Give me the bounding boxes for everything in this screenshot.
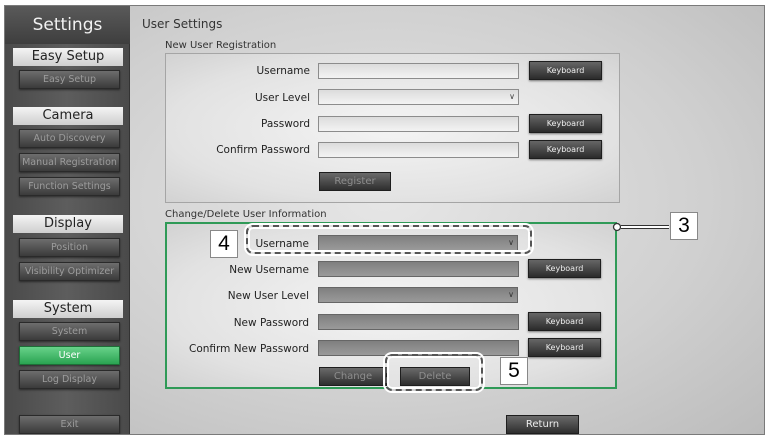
new-username-keyboard-button[interactable]: Keyboard [528, 259, 601, 278]
sidebar-item-system[interactable]: System [19, 322, 120, 341]
username-highlight-box [246, 225, 532, 254]
username-input[interactable] [318, 63, 519, 79]
sidebar-item-log-display[interactable]: Log Display [19, 370, 120, 389]
username-keyboard-button[interactable]: Keyboard [529, 61, 602, 80]
password-label: Password [260, 118, 310, 130]
change-button[interactable]: Change [319, 367, 387, 386]
section-header-display: Display [13, 215, 123, 233]
password-input[interactable] [318, 116, 519, 132]
callout-3-leader [612, 222, 669, 232]
section-header-system: System [13, 300, 123, 318]
sidebar: Settings Easy Setup Easy Setup Camera Au… [5, 6, 130, 434]
section-header-easy-setup: Easy Setup [13, 48, 123, 66]
section-header-camera: Camera [13, 107, 123, 125]
password-keyboard-button[interactable]: Keyboard [529, 114, 602, 133]
chevron-down-icon: ∨ [509, 92, 515, 101]
sidebar-item-position[interactable]: Position [19, 238, 120, 257]
sidebar-item-manual-registration[interactable]: Manual Registration [19, 153, 120, 172]
sidebar-item-visibility-optimizer[interactable]: Visibility Optimizer [19, 262, 120, 281]
sidebar-item-easy-setup[interactable]: Easy Setup [19, 70, 120, 89]
delete-highlight-box [385, 354, 483, 391]
change-delete-heading: Change/Delete User Information [165, 209, 327, 220]
chevron-down-icon: ∨ [508, 290, 514, 299]
page-title: User Settings [142, 17, 223, 31]
new-password-input[interactable] [318, 314, 519, 330]
new-username-input[interactable] [318, 261, 519, 277]
callout-5: 5 [500, 357, 528, 385]
user-level-label: User Level [255, 92, 310, 104]
confirm-new-password-keyboard-button[interactable]: Keyboard [528, 338, 601, 357]
user-level-select[interactable]: ∨ [318, 89, 519, 105]
registration-heading: New User Registration [165, 40, 277, 51]
registration-panel: Username Keyboard User Level ∨ Password … [165, 53, 620, 203]
new-username-label: New Username [229, 264, 309, 276]
confirm-password-input[interactable] [318, 142, 519, 158]
username-label: Username [256, 65, 310, 77]
confirm-new-password-label: Confirm New Password [188, 343, 309, 355]
sidebar-item-auto-discovery[interactable]: Auto Discovery [19, 129, 120, 148]
new-password-keyboard-button[interactable]: Keyboard [528, 312, 601, 331]
new-user-level-label: New User Level [227, 290, 309, 302]
sidebar-item-user[interactable]: User [19, 346, 120, 365]
return-button[interactable]: Return [506, 415, 579, 434]
sidebar-item-function-settings[interactable]: Function Settings [19, 177, 120, 196]
sidebar-title: Settings [5, 6, 130, 44]
leader-dot [612, 222, 622, 232]
settings-window: Settings Easy Setup Easy Setup Camera Au… [4, 5, 765, 435]
callout-3: 3 [670, 212, 698, 240]
exit-button[interactable]: Exit [19, 415, 120, 434]
new-user-level-select[interactable]: ∨ [318, 287, 518, 303]
new-password-label: New Password [233, 317, 309, 329]
confirm-password-keyboard-button[interactable]: Keyboard [529, 140, 602, 159]
confirm-password-label: Confirm Password [216, 144, 310, 156]
callout-4: 4 [210, 230, 238, 258]
register-button[interactable]: Register [319, 172, 391, 191]
